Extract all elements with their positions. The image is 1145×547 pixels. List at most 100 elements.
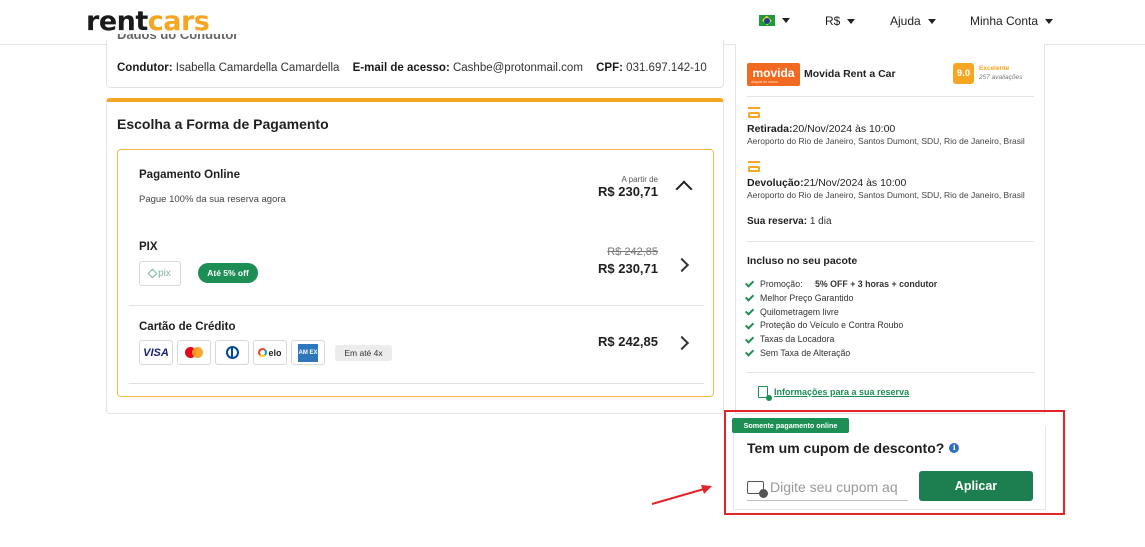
elo-text: elo	[268, 347, 282, 358]
list-item: Sem Taxa de Alteração	[744, 347, 937, 361]
logo-text-cars: cars	[147, 6, 210, 37]
installments-badge: Em até 4x	[335, 344, 392, 361]
driver-info-card: Dados do Condutor Condutor: Isabella Cam…	[106, 34, 724, 88]
online-payment-price: R$ 230,71	[598, 184, 658, 199]
divider	[747, 372, 1034, 373]
credit-chevron-right-icon[interactable]	[674, 335, 690, 351]
pix-chevron-right-icon[interactable]	[674, 257, 690, 273]
list-item: Quilometragem livre	[744, 306, 937, 320]
check-icon	[744, 347, 755, 358]
included-item-label: Sem Taxa de Alteração	[760, 347, 851, 358]
pix-original-price: R$ 242,85	[607, 246, 658, 258]
reservation-label: Sua reserva:	[747, 216, 808, 227]
check-icon	[744, 320, 755, 330]
email-label: E-mail de acesso:	[352, 62, 450, 74]
mastercard-logo	[177, 340, 211, 365]
language-selector[interactable]	[759, 15, 790, 26]
company-name: Movida Rent a Car	[804, 68, 896, 80]
reservation-info-link-text: Informações para a sua reserva	[774, 387, 910, 397]
pix-logo: pix	[139, 261, 181, 286]
pickup-date: 20/Nov/2024 às 10:00	[792, 123, 896, 135]
chevron-down-icon	[782, 18, 790, 23]
annotation-arrow-icon	[651, 485, 712, 505]
pickup-car-icon	[747, 107, 761, 119]
email-value: Cashbe@protonmail.com	[452, 62, 583, 74]
included-item-label: Proteção do Veículo e Contra Roubo	[760, 320, 904, 331]
promo-label: Promoção:	[760, 279, 803, 289]
return-info: Devolução:21/Nov/2024 às 10:00	[747, 177, 906, 189]
brazil-flag-icon	[759, 15, 775, 26]
return-label: Devolução:	[747, 177, 804, 189]
list-item: Melhor Preço Garantido	[744, 292, 937, 306]
check-icon	[744, 334, 755, 344]
currency-label: R$	[825, 14, 841, 28]
visa-logo: VISA	[139, 340, 173, 365]
rating-reviews: 257 avaliações	[979, 74, 1023, 81]
amex-text: AM EX	[298, 343, 318, 362]
driver-info-row: Condutor: Isabella Camardella Camardella…	[117, 62, 707, 74]
payment-method-card: Escolha a Forma de Pagamento Pagamento O…	[106, 98, 724, 414]
cpf-label: CPF:	[596, 62, 623, 74]
chevron-down-icon	[927, 18, 936, 24]
help-menu[interactable]: Ajuda	[890, 14, 936, 28]
account-menu[interactable]: Minha Conta	[970, 14, 1054, 28]
driver-label: Condutor:	[117, 62, 173, 74]
divider	[129, 383, 704, 384]
included-item-label: Taxas da Locadora	[760, 334, 835, 345]
divider	[129, 305, 704, 306]
pix-logo-text: pix	[158, 268, 171, 279]
highlight-box	[724, 410, 1065, 515]
pix-price: R$ 230,71	[598, 261, 658, 276]
chevron-down-icon	[847, 18, 856, 24]
movida-logo: movida aluguel de carros	[747, 63, 800, 86]
credit-card-option-title[interactable]: Cartão de Crédito	[139, 321, 236, 333]
chevron-up-icon[interactable]	[675, 180, 693, 198]
included-list: Promoção: 5% OFF + 3 horas + condutor Me…	[744, 278, 938, 361]
return-car-icon	[747, 161, 761, 173]
included-item-label: Melhor Preço Garantido	[760, 292, 854, 303]
from-price-label: A partir de	[621, 175, 658, 184]
document-info-icon	[758, 386, 772, 401]
card-brands: VISA elo AM EX Em até 4x	[139, 340, 392, 365]
pickup-info: Retirada:20/Nov/2024 às 10:00	[747, 123, 895, 135]
online-payment-box: Pagamento Online Pague 100% da sua reser…	[117, 149, 714, 397]
included-title: Incluso no seu pacote	[747, 255, 858, 267]
payment-title: Escolha a Forma de Pagamento	[117, 116, 329, 132]
movida-logo-text: movida	[752, 66, 795, 80]
elo-logo: elo	[253, 340, 287, 365]
currency-selector[interactable]: R$	[825, 14, 856, 28]
driver-section-title: Dados do Condutor	[117, 34, 239, 42]
visa-text: VISA	[143, 346, 169, 359]
return-date: 21/Nov/2024 às 10:00	[803, 177, 907, 189]
reservation-value: 1 dia	[809, 216, 832, 227]
cpf-value: 031.697.142-10	[626, 62, 707, 74]
reservation-info-link[interactable]: Informações para a sua reserva	[758, 386, 910, 401]
online-payment-title[interactable]: Pagamento Online	[139, 169, 240, 181]
chevron-down-icon	[1045, 18, 1054, 24]
promo-value: 5% OFF + 3 horas + condutor	[815, 279, 938, 289]
driver-value: Isabella Camardella Camardella	[175, 62, 340, 74]
list-item: Taxas da Locadora	[744, 333, 937, 347]
divider	[747, 96, 1034, 97]
diners-logo	[215, 340, 249, 365]
help-label: Ajuda	[890, 14, 921, 28]
pix-icon	[147, 268, 158, 279]
credit-card-price: R$ 242,85	[598, 334, 658, 349]
online-payment-subtitle: Pague 100% da sua reserva agora	[139, 194, 286, 205]
check-icon	[744, 306, 755, 316]
check-icon	[744, 278, 755, 289]
included-item-label: Quilometragem livre	[760, 306, 839, 317]
pix-discount-badge: Até 5% off	[198, 263, 258, 283]
check-icon	[744, 292, 755, 302]
return-address: Aeroporto do Rio de Janeiro, Santos Dumo…	[747, 190, 1025, 200]
movida-logo-tagline: aluguel de carros	[751, 80, 778, 84]
diners-icon	[225, 346, 239, 359]
rating-score: 9.0	[953, 63, 974, 84]
pix-option-title[interactable]: PIX	[139, 241, 158, 253]
mastercard-icon	[185, 347, 203, 358]
reservation-summary-card: movida aluguel de carros Movida Rent a Ca…	[735, 44, 1045, 414]
rating-label: Excelente	[979, 65, 1010, 72]
elo-icon	[258, 348, 268, 357]
logo-text-rent: rent	[86, 6, 148, 37]
list-item: Proteção do Veículo e Contra Roubo	[744, 319, 937, 333]
